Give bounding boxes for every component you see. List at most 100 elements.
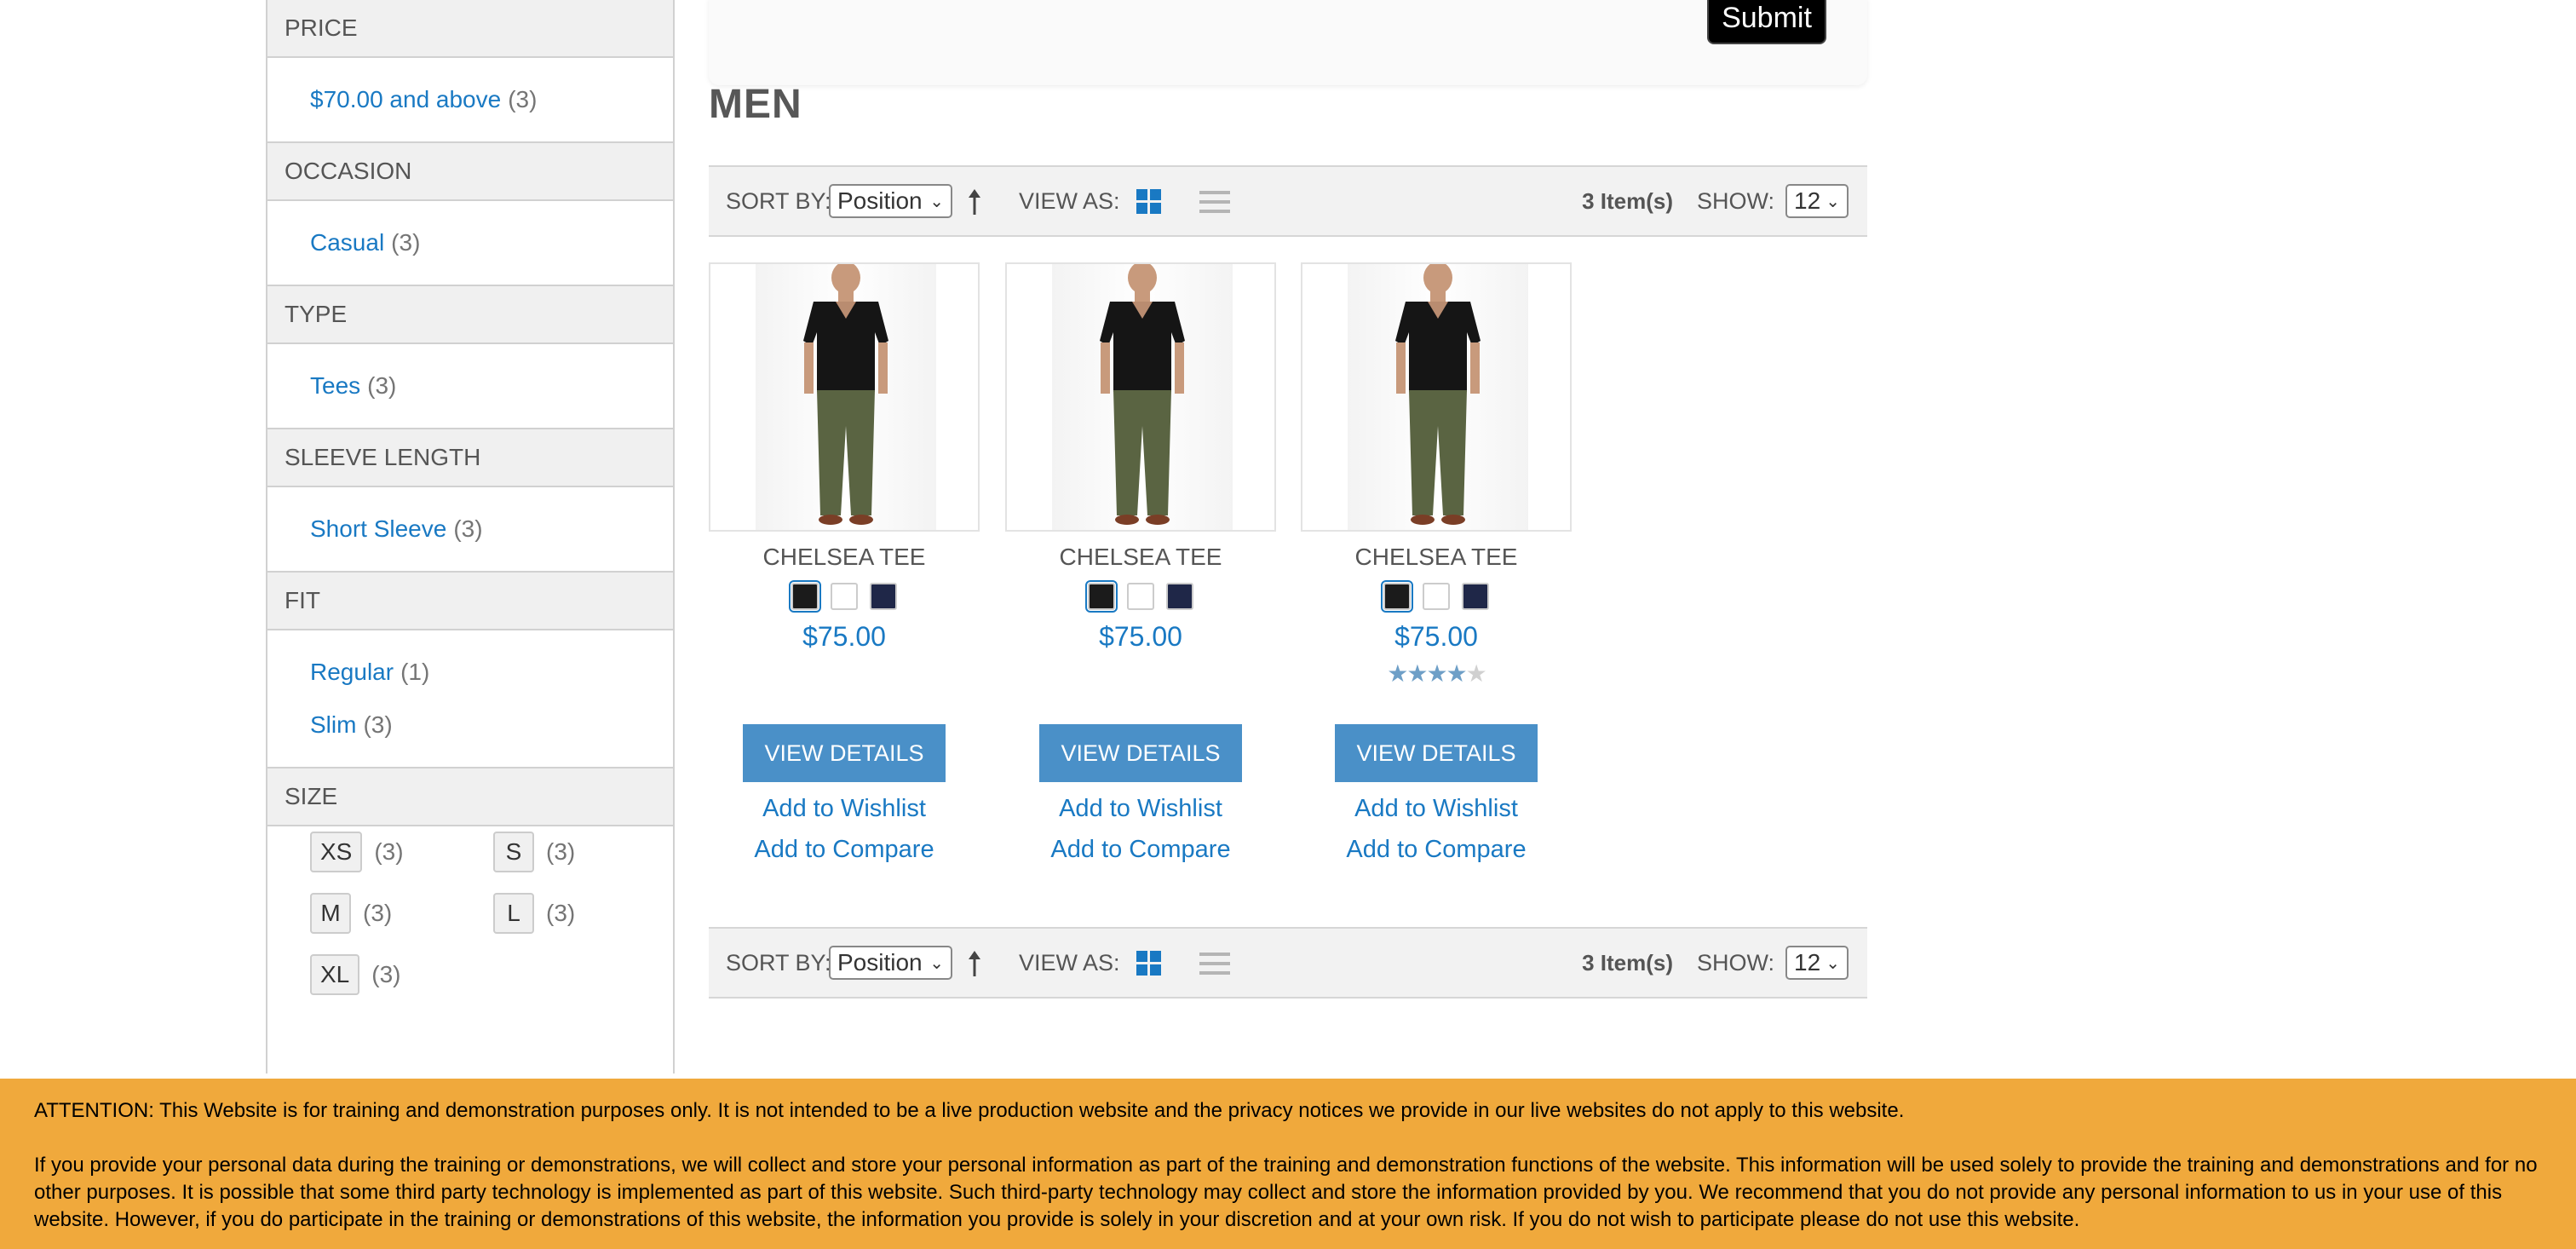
- filter-option[interactable]: Tees (3): [310, 360, 673, 412]
- filter-option[interactable]: Slim (3): [310, 699, 673, 751]
- filter-options-fit: Regular (1) Slim (3): [267, 630, 673, 767]
- add-to-compare-link[interactable]: Add to Compare: [1005, 836, 1276, 864]
- size-swatch[interactable]: XL: [310, 954, 360, 995]
- size-option[interactable]: M (3): [310, 893, 493, 934]
- color-swatch[interactable]: [1462, 583, 1489, 610]
- limiter-value: 12: [1794, 187, 1821, 214]
- filter-title-size[interactable]: SIZE: [267, 767, 673, 826]
- rating-placeholder: [709, 659, 980, 694]
- color-swatch[interactable]: [1085, 580, 1118, 613]
- product-name[interactable]: CHELSEA TEE: [1005, 540, 1276, 574]
- filter-option-count: (3): [367, 372, 397, 399]
- filter-option[interactable]: Short Sleeve (3): [310, 503, 673, 555]
- filter-option[interactable]: $70.00 and above (3): [310, 73, 673, 126]
- view-details-button[interactable]: VIEW DETAILS: [1039, 724, 1242, 782]
- product-name[interactable]: CHELSEA TEE: [709, 540, 980, 574]
- filter-title-fit[interactable]: FIT: [267, 571, 673, 630]
- product-image[interactable]: [1005, 262, 1276, 532]
- list-mode-icon[interactable]: [1199, 951, 1230, 976]
- sort-by-select[interactable]: Position ⌄: [829, 946, 952, 980]
- product-item: CHELSEA TEE $75.00 VIEW DETAILS Add to W…: [709, 262, 980, 863]
- filter-option-count: (3): [391, 229, 421, 256]
- limiter-select[interactable]: 12 ⌄: [1785, 184, 1849, 218]
- size-swatch[interactable]: S: [493, 832, 534, 872]
- view-as-label: VIEW AS:: [1019, 949, 1120, 976]
- size-option[interactable]: XL (3): [310, 954, 493, 995]
- grid-mode-icon[interactable]: [1136, 951, 1162, 976]
- filter-option-count: (1): [400, 659, 430, 685]
- product-price: $75.00: [1099, 620, 1182, 652]
- color-swatch[interactable]: [789, 580, 821, 613]
- star-icon: ★: [1406, 660, 1428, 687]
- size-option[interactable]: L (3): [493, 893, 664, 934]
- filter-option[interactable]: Regular (1): [310, 646, 673, 699]
- model-photo: [1052, 264, 1233, 530]
- layered-navigation: PRICE $70.00 and above (3) OCCASION Casu…: [266, 0, 675, 1073]
- sort-by-label: SORT BY:: [726, 949, 831, 976]
- filter-options-price: $70.00 and above (3): [267, 58, 673, 141]
- color-swatch[interactable]: [870, 583, 897, 610]
- toolbar-top: SORT BY: Position ⌄ VIEW AS: 3 Item(s) S…: [709, 165, 1867, 237]
- filter-title-type[interactable]: TYPE: [267, 285, 673, 344]
- color-swatches: [1301, 580, 1572, 613]
- grid-mode-icon[interactable]: [1136, 189, 1162, 215]
- filter-options-sleeve-length: Short Sleeve (3): [267, 487, 673, 571]
- view-details-button[interactable]: VIEW DETAILS: [1335, 724, 1538, 782]
- chevron-down-icon: ⌄: [929, 954, 944, 973]
- add-to-wishlist-link[interactable]: Add to Wishlist: [1005, 795, 1276, 823]
- size-option[interactable]: S (3): [493, 832, 664, 872]
- add-to-wishlist-link[interactable]: Add to Wishlist: [709, 795, 980, 823]
- list-mode-icon[interactable]: [1199, 189, 1230, 215]
- color-swatch[interactable]: [1166, 583, 1193, 610]
- size-swatch[interactable]: XS: [310, 832, 363, 872]
- filter-option-label[interactable]: Short Sleeve: [310, 515, 446, 543]
- color-swatches: [1005, 580, 1276, 613]
- size-count: (3): [363, 900, 393, 926]
- add-to-compare-link[interactable]: Add to Compare: [709, 836, 980, 864]
- star-icon: ★: [1387, 660, 1408, 687]
- notice-attention-text: ATTENTION: This Website is for training …: [34, 1099, 1905, 1122]
- filter-option-label[interactable]: $70.00 and above: [310, 86, 501, 113]
- product-image[interactable]: [1301, 262, 1572, 532]
- submit-button[interactable]: Submit: [1707, 0, 1826, 44]
- star-icon: ★: [1446, 660, 1468, 687]
- filter-option-label[interactable]: Regular: [310, 659, 394, 686]
- limiter-select[interactable]: 12 ⌄: [1785, 946, 1849, 980]
- sort-direction-arrow-icon[interactable]: [964, 942, 985, 983]
- add-to-wishlist-link[interactable]: Add to Wishlist: [1301, 795, 1572, 823]
- filter-title-price[interactable]: PRICE: [267, 0, 673, 58]
- filter-option-count: (3): [508, 86, 538, 112]
- add-to-compare-link[interactable]: Add to Compare: [1301, 836, 1572, 864]
- star-icon: ★: [1426, 660, 1447, 687]
- sort-direction-arrow-icon[interactable]: [964, 181, 985, 222]
- limiter-value: 12: [1794, 949, 1821, 976]
- filter-options-occasion: Casual (3): [267, 201, 673, 285]
- product-image[interactable]: [709, 262, 980, 532]
- size-count: (3): [546, 900, 576, 926]
- color-swatch[interactable]: [1127, 583, 1154, 610]
- color-swatch[interactable]: [831, 583, 858, 610]
- rating-stars: ★★★★★: [1301, 659, 1572, 694]
- filter-option-label[interactable]: Slim: [310, 711, 356, 739]
- color-swatch[interactable]: [1381, 580, 1413, 613]
- sort-by-select[interactable]: Position ⌄: [829, 184, 952, 218]
- page-title: MEN: [709, 82, 802, 127]
- size-option[interactable]: XS (3): [310, 832, 493, 872]
- filter-option-label[interactable]: Tees: [310, 372, 360, 400]
- view-details-button[interactable]: VIEW DETAILS: [743, 724, 946, 782]
- size-swatch[interactable]: L: [493, 893, 534, 934]
- filter-option-label[interactable]: Casual: [310, 229, 384, 256]
- size-count: (3): [546, 838, 576, 865]
- size-swatch[interactable]: M: [310, 893, 351, 934]
- show-label: SHOW:: [1697, 949, 1775, 976]
- filter-title-occasion[interactable]: OCCASION: [267, 141, 673, 201]
- filter-options-type: Tees (3): [267, 344, 673, 428]
- product-name[interactable]: CHELSEA TEE: [1301, 540, 1572, 574]
- color-swatch[interactable]: [1423, 583, 1450, 610]
- search-panel: Submit: [709, 0, 1867, 85]
- filter-title-sleeve-length[interactable]: SLEEVE LENGTH: [267, 428, 673, 487]
- filter-option[interactable]: Casual (3): [310, 216, 673, 269]
- chevron-down-icon: ⌄: [1826, 193, 1840, 211]
- notice-privacy-text: If you provide your personal data during…: [34, 1154, 2538, 1231]
- product-item: CHELSEA TEE $75.00 VIEW DETAILS Add to W…: [1005, 262, 1276, 863]
